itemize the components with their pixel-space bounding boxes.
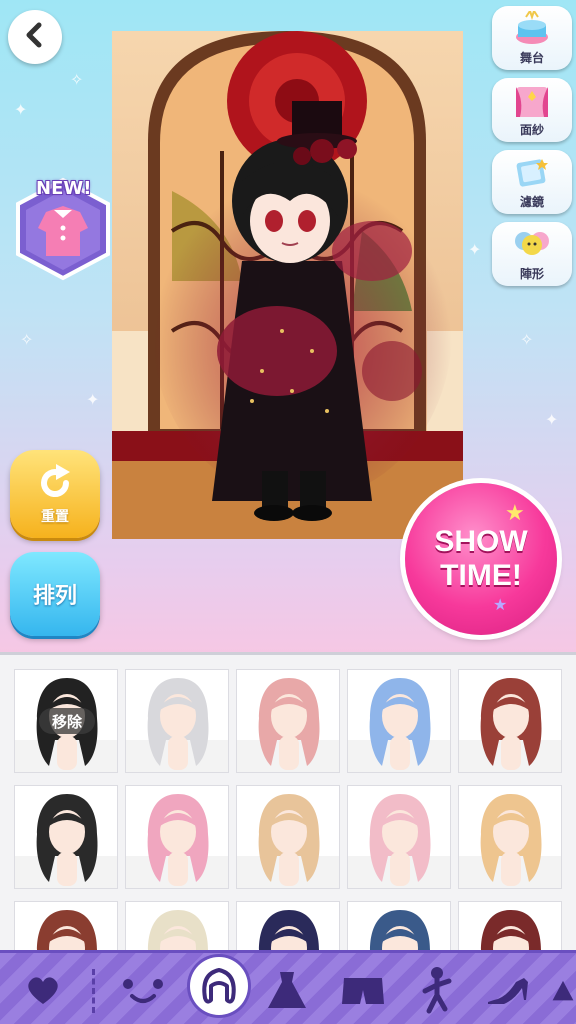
hair-item[interactable] bbox=[347, 901, 451, 952]
hair-item[interactable] bbox=[125, 901, 229, 952]
hair-thumbnail bbox=[126, 794, 228, 888]
star-icon: ★ bbox=[493, 595, 508, 614]
sparkle-decoration: ✧ bbox=[520, 330, 534, 349]
tab-divider bbox=[92, 969, 95, 1013]
category-tab-bar bbox=[0, 950, 576, 1024]
dress-icon bbox=[268, 972, 306, 1008]
tab-shoes[interactable] bbox=[484, 965, 534, 1015]
hair-thumbnail bbox=[348, 678, 450, 772]
stage-icon bbox=[516, 11, 548, 44]
hair-thumbnail bbox=[369, 910, 431, 952]
hair-item[interactable] bbox=[458, 669, 562, 773]
reset-label: 重置 bbox=[41, 509, 69, 525]
side-item-formation[interactable]: 陣形 bbox=[492, 222, 572, 286]
hair-item[interactable] bbox=[236, 901, 340, 952]
new-badge-label: NEW! bbox=[36, 178, 92, 199]
side-item-filter[interactable]: 濾鏡 bbox=[492, 150, 572, 214]
tab-pose[interactable] bbox=[412, 965, 462, 1015]
stage-preview bbox=[112, 31, 463, 539]
sparkle-decoration: ✧ bbox=[70, 70, 84, 89]
side-item-label: 陣形 bbox=[519, 267, 544, 281]
sparkle-decoration: ✧ bbox=[20, 330, 34, 349]
show-time-button[interactable]: ★ ★ SHOW TIME! bbox=[405, 483, 557, 635]
hair-thumbnail bbox=[237, 794, 339, 888]
hair-item[interactable]: 移除 bbox=[14, 669, 118, 773]
filter-icon bbox=[516, 159, 548, 187]
tab-bottoms[interactable] bbox=[338, 965, 388, 1015]
hair-thumbnail bbox=[15, 794, 117, 888]
hair-item[interactable] bbox=[347, 669, 451, 773]
face-icon bbox=[123, 979, 163, 1003]
side-item-stage[interactable]: 舞台 bbox=[492, 6, 572, 70]
side-menu: 舞台 面紗 濾鏡 陣形 bbox=[492, 6, 572, 294]
hair-thumbnail bbox=[459, 794, 561, 888]
sparkle-decoration: ✦ bbox=[468, 240, 482, 259]
hair-item[interactable] bbox=[236, 785, 340, 889]
hair-thumbnail bbox=[126, 678, 228, 772]
hair-item[interactable] bbox=[236, 669, 340, 773]
sparkle-decoration: ✦ bbox=[14, 100, 28, 119]
sparkle-decoration: ✦ bbox=[86, 390, 100, 409]
hair-thumbnail bbox=[348, 794, 450, 888]
pose-icon bbox=[422, 967, 452, 1014]
hair-item[interactable] bbox=[458, 901, 562, 952]
back-button[interactable] bbox=[8, 10, 62, 64]
tab-hair[interactable] bbox=[190, 957, 248, 1015]
tab-more[interactable] bbox=[550, 965, 576, 1015]
hair-thumbnail bbox=[237, 678, 339, 772]
hair-thumbnail bbox=[147, 910, 209, 952]
shoe-icon bbox=[488, 978, 528, 1004]
new-outfit-badge[interactable]: NEW! bbox=[8, 172, 118, 282]
hair-thumbnail bbox=[480, 910, 542, 952]
show-time-line1: SHOW bbox=[434, 525, 528, 558]
hair-icon bbox=[202, 968, 236, 1004]
tab-face[interactable] bbox=[118, 965, 168, 1015]
item-grid: 移除 bbox=[14, 669, 562, 952]
show-time-line2: TIME! bbox=[440, 559, 522, 592]
sparkle-decoration: ✦ bbox=[545, 410, 559, 429]
side-item-label: 濾鏡 bbox=[519, 195, 544, 209]
hat-icon bbox=[552, 980, 574, 1001]
formation-icon bbox=[515, 232, 549, 255]
side-item-label: 面紗 bbox=[519, 123, 544, 137]
arrange-button[interactable]: 排列 bbox=[10, 552, 100, 636]
reset-button[interactable]: 重置 bbox=[10, 450, 100, 538]
hair-thumbnail bbox=[459, 678, 561, 772]
arrange-label: 排列 bbox=[32, 584, 77, 609]
reset-icon bbox=[41, 464, 70, 497]
hair-item[interactable] bbox=[14, 785, 118, 889]
hair-thumbnail bbox=[258, 910, 320, 952]
hair-item[interactable] bbox=[125, 785, 229, 889]
star-icon: ★ bbox=[505, 501, 525, 526]
hair-item[interactable] bbox=[125, 669, 229, 773]
side-item-label: 舞台 bbox=[519, 51, 544, 65]
item-panel: 移除 bbox=[0, 652, 576, 952]
hair-thumbnail bbox=[36, 910, 98, 952]
hair-item[interactable] bbox=[14, 901, 118, 952]
heart-icon bbox=[28, 977, 58, 1004]
side-item-veil[interactable]: 面紗 bbox=[492, 78, 572, 142]
hair-item[interactable] bbox=[458, 785, 562, 889]
tab-dress[interactable] bbox=[262, 965, 312, 1015]
hair-item[interactable] bbox=[347, 785, 451, 889]
shorts-icon bbox=[342, 978, 384, 1004]
tab-favorites[interactable] bbox=[18, 965, 68, 1015]
character-illustration bbox=[112, 31, 463, 539]
remove-button[interactable]: 移除 bbox=[39, 708, 95, 734]
chevron-left-icon bbox=[21, 21, 49, 53]
veil-icon bbox=[516, 87, 548, 117]
